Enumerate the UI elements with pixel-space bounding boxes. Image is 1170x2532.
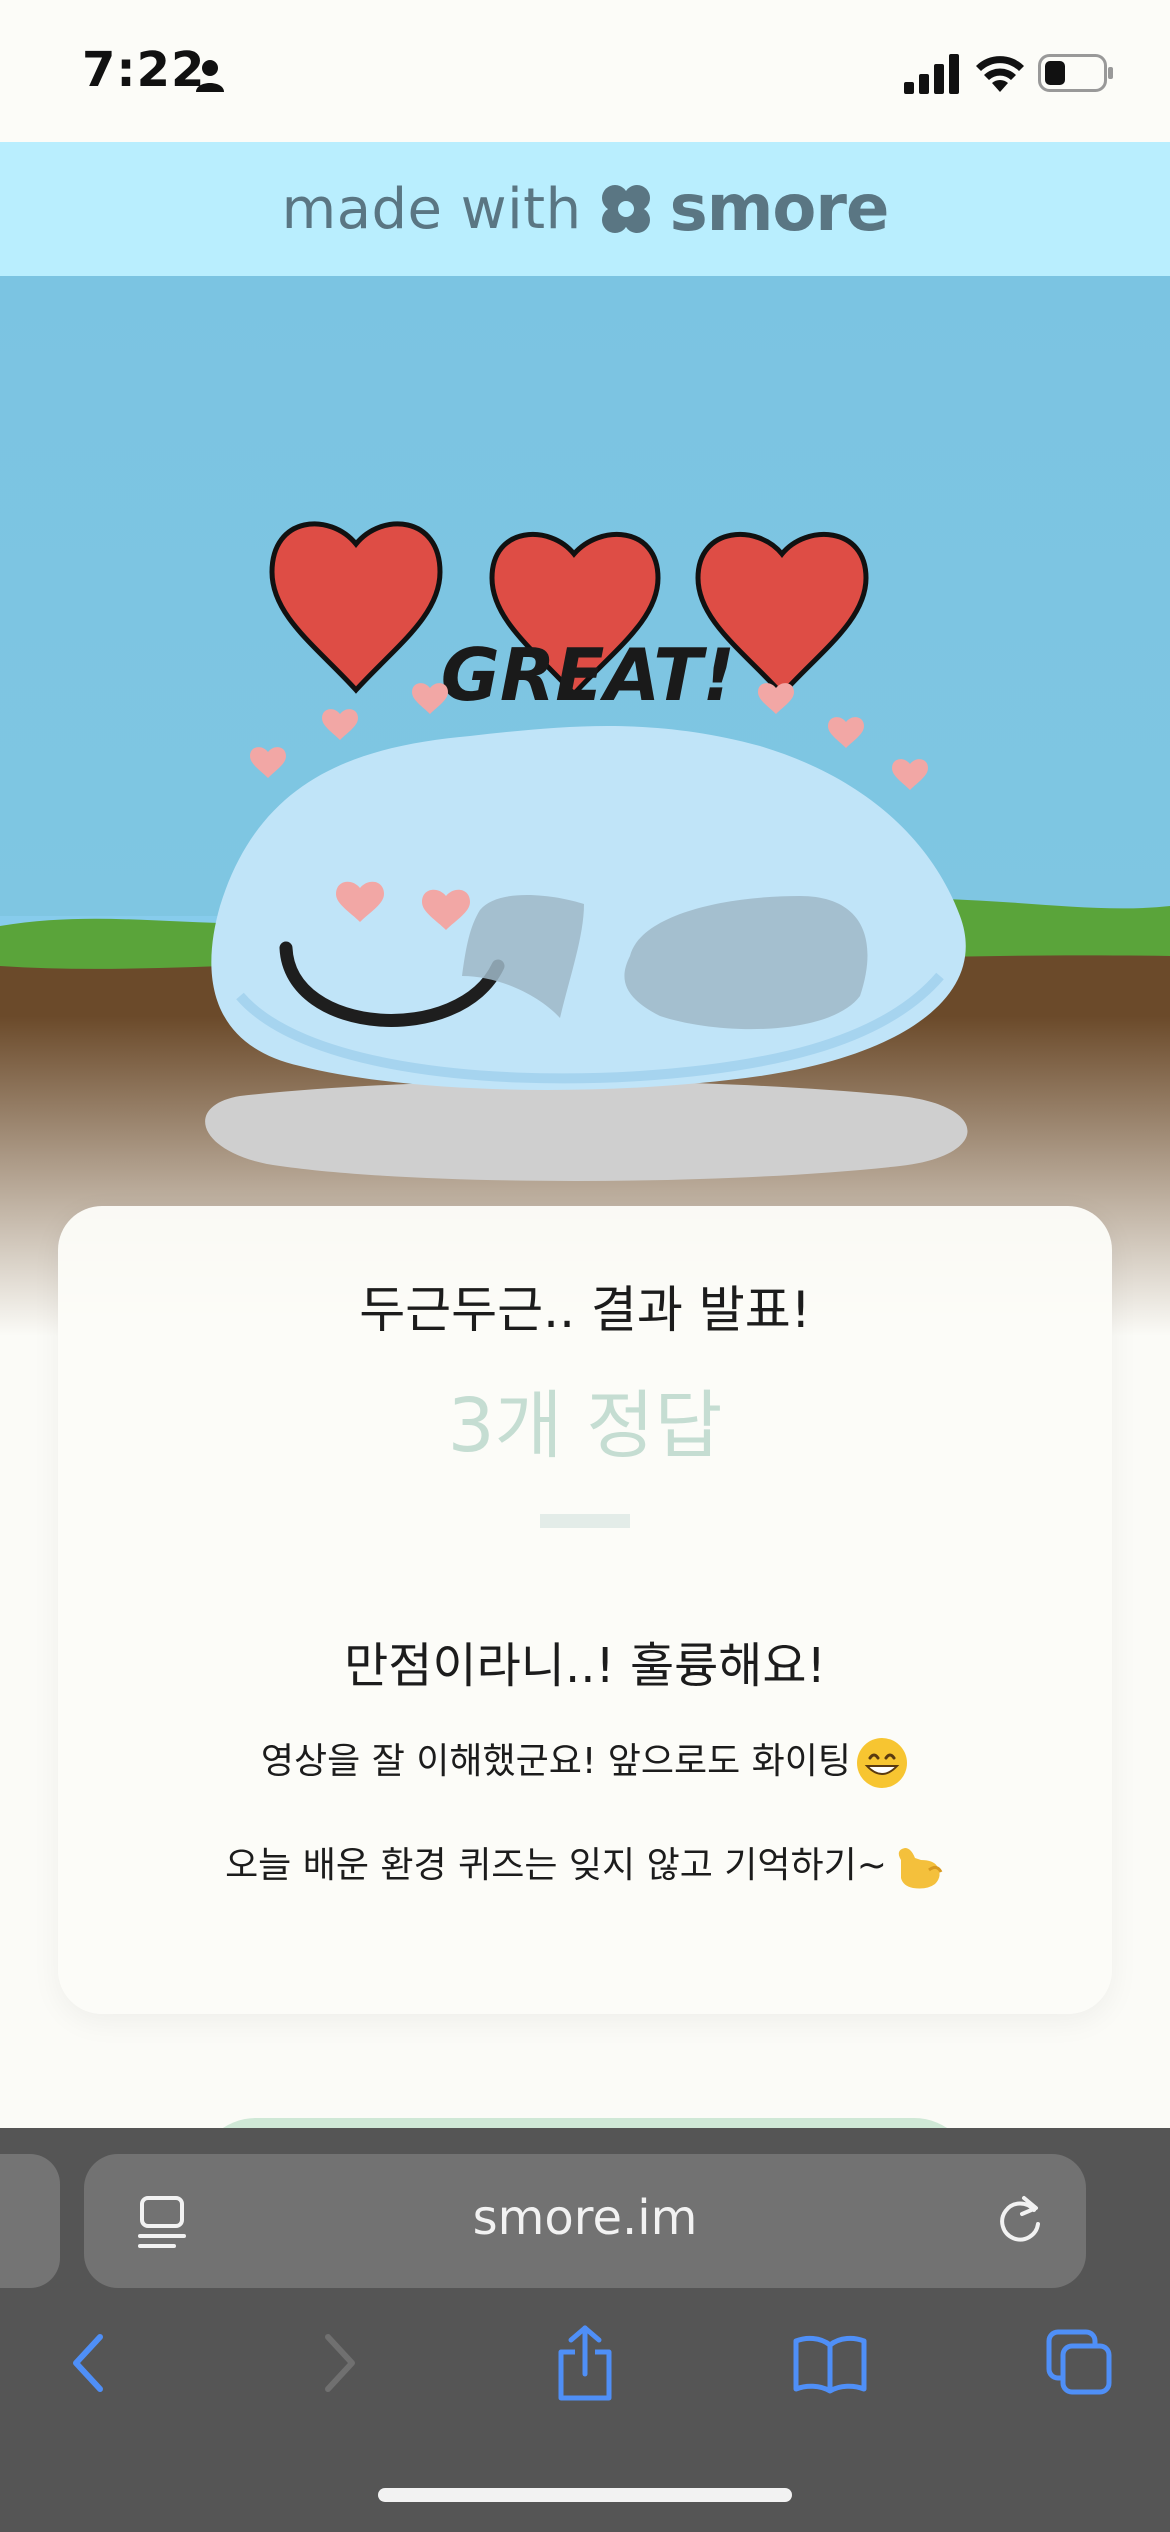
banner-brand: smore <box>669 172 890 246</box>
smore-logo-icon <box>601 185 650 233</box>
reload-icon[interactable] <box>994 2192 1046 2248</box>
signal-icon <box>904 54 959 94</box>
url-text[interactable]: smore.im <box>84 2190 1086 2246</box>
result-message-line1-text: 영상을 잘 이해했군요! 앞으로도 화이팅 <box>260 1741 852 1782</box>
chevron-left-icon <box>73 2334 103 2392</box>
result-score: 3개 정답 <box>447 1383 723 1469</box>
banner-prefix: made with <box>281 176 582 242</box>
result-illustration: GREAT! <box>0 276 1170 1336</box>
result-title: 두근두근.. 결과 발표! <box>359 1281 811 1339</box>
share-icon <box>558 2325 612 2401</box>
result-card: 두근두근.. 결과 발표! 3개 정답 만점이라니..! 훌륭해요! 영상을 잘… <box>58 1206 1112 2014</box>
previous-tab-peek[interactable] <box>0 2154 60 2288</box>
status-bar: 7:22 <box>0 0 1170 142</box>
call-me-hand-emoji-icon <box>898 1848 943 1889</box>
home-indicator <box>378 2488 792 2502</box>
grinning-face-emoji-icon <box>857 1738 908 1788</box>
made-with-smore-banner[interactable]: made with smore <box>0 142 1170 276</box>
address-bar[interactable]: smore.im <box>84 2154 1086 2288</box>
back-button[interactable] <box>48 2318 128 2408</box>
chevron-right-icon <box>325 2334 355 2392</box>
bookmarks-button[interactable] <box>790 2318 870 2408</box>
result-headline: 만점이라니..! 훌륭해요! <box>344 1638 826 1694</box>
battery-icon <box>1038 54 1113 92</box>
status-time: 7:22 <box>82 42 206 98</box>
tabs-button[interactable] <box>1040 2318 1120 2408</box>
wifi-icon <box>976 56 1024 92</box>
forward-button[interactable] <box>300 2318 380 2408</box>
divider <box>540 1514 630 1528</box>
blob-shadow <box>205 1081 968 1181</box>
great-text: GREAT! <box>441 633 736 717</box>
heart-icon <box>269 521 443 694</box>
result-message-line2-text: 오늘 배운 환경 퀴즈는 잊지 않고 기억하기~ <box>225 1845 887 1886</box>
result-message-line2: 오늘 배운 환경 퀴즈는 잊지 않고 기억하기~ <box>58 1836 1112 1894</box>
result-message-line1: 영상을 잘 이해했군요! 앞으로도 화이팅 <box>58 1732 1112 1790</box>
person-icon <box>196 60 224 92</box>
share-button[interactable] <box>545 2318 625 2408</box>
book-icon <box>793 2335 867 2394</box>
tabs-icon <box>1046 2329 1112 2395</box>
